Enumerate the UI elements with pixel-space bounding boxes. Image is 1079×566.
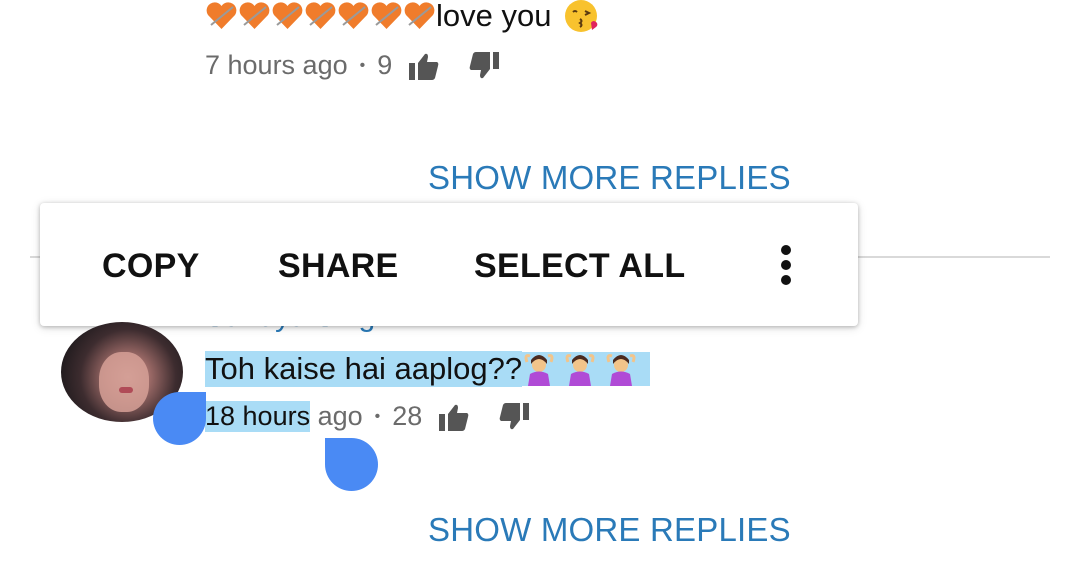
emoji-group: [522, 351, 651, 386]
show-more-replies-button[interactable]: SHOW MORE REPLIES: [428, 511, 791, 549]
comment-like-count: 28: [392, 401, 423, 431]
select-all-button[interactable]: SELECT ALL: [474, 247, 685, 286]
reply-timestamp: 7 hours ago: [205, 50, 348, 80]
reply-meta: 7 hours ago • 9: [205, 50, 500, 81]
reply-like-count: 9: [377, 50, 393, 80]
thumbs-up-icon[interactable]: [438, 402, 470, 432]
person-gesturing-ok-icon: [524, 353, 554, 386]
heart-arrow-icon: [206, 2, 237, 30]
share-button[interactable]: SHARE: [278, 247, 399, 286]
heart-arrow-icon: [371, 2, 402, 30]
comment-meta: 18 hours ago • 28: [205, 401, 530, 432]
heart-arrow-icon: [404, 2, 435, 30]
comment-text-row: Toh kaise hai aaplog??: [205, 349, 651, 388]
comment-timestamp-rest: ago: [310, 401, 363, 431]
reply-text: love you: [436, 0, 552, 33]
selection-end-handle[interactable]: [325, 438, 378, 491]
person-gesturing-ok-icon: [565, 353, 595, 386]
thumbs-up-icon[interactable]: [408, 51, 440, 81]
heart-arrow-icon: [305, 2, 336, 30]
comment-timestamp-selected: 18 hours: [205, 401, 311, 432]
separator-dot: •: [359, 56, 366, 74]
heart-arrow-icon: [338, 2, 369, 30]
heart-arrow-icon: [239, 2, 270, 30]
thumbs-down-icon[interactable]: [468, 51, 500, 81]
selection-start-handle[interactable]: [153, 392, 206, 445]
more-options-icon[interactable]: [780, 245, 792, 285]
copy-button[interactable]: COPY: [102, 247, 200, 286]
show-more-replies-button[interactable]: SHOW MORE REPLIES: [428, 159, 791, 197]
heart-emoji-group: [205, 1, 436, 31]
comment-text: Toh kaise hai aaplog??: [205, 350, 523, 387]
thumbs-down-icon[interactable]: [498, 402, 530, 432]
heart-arrow-icon: [272, 2, 303, 30]
reply-text-row: love you: [205, 0, 601, 34]
person-gesturing-ok-icon: [606, 353, 636, 386]
text-selection-menu: COPY SHARE SELECT ALL: [40, 203, 858, 326]
separator-dot: •: [374, 407, 381, 425]
kissing-face-icon: [565, 0, 598, 32]
